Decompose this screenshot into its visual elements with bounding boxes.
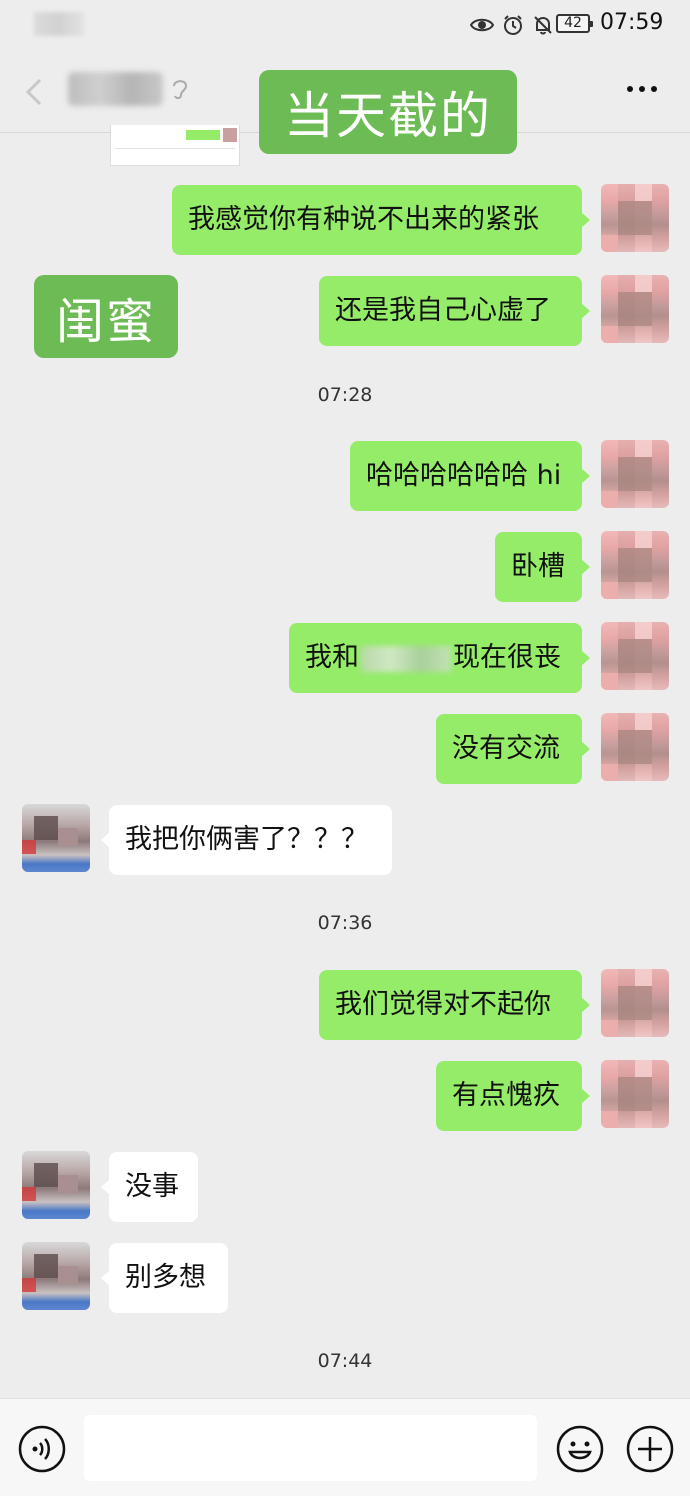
- voice-button[interactable]: [18, 1425, 66, 1473]
- avatar[interactable]: [601, 713, 669, 781]
- more-button[interactable]: [622, 74, 662, 104]
- emoji-icon: [556, 1425, 604, 1473]
- overlay-label-top: 当天截的: [259, 70, 517, 154]
- plus-icon: [626, 1425, 674, 1473]
- alarm-icon: [504, 15, 522, 35]
- back-arrow-icon: [25, 78, 42, 106]
- avatar[interactable]: [22, 1242, 90, 1310]
- add-button[interactable]: [626, 1425, 674, 1473]
- message-bubble-sent[interactable]: 我感觉你有种说不出来的紧张: [172, 185, 590, 255]
- bell-off-icon: [534, 16, 552, 35]
- message-bubble-sent[interactable]: 还是我自己心虚了: [319, 276, 590, 346]
- avatar[interactable]: [601, 440, 669, 508]
- avatar[interactable]: [22, 1151, 90, 1219]
- ear-icon: [170, 76, 190, 106]
- status-bar: 42 07:59: [0, 0, 690, 50]
- mini-input: [115, 148, 235, 161]
- avatar[interactable]: [22, 804, 90, 872]
- message-input[interactable]: [84, 1415, 537, 1481]
- emoji-button[interactable]: [556, 1425, 604, 1473]
- mini-avatar: [223, 128, 237, 142]
- message-bubble-received[interactable]: 没事: [101, 1152, 198, 1222]
- avatar[interactable]: [601, 275, 669, 343]
- signal-indicator: [34, 12, 84, 36]
- avatar[interactable]: [601, 1060, 669, 1128]
- input-bar: [0, 1398, 690, 1496]
- avatar[interactable]: [601, 969, 669, 1037]
- timestamp: 07:28: [317, 384, 373, 406]
- avatar[interactable]: [601, 531, 669, 599]
- voice-icon: [18, 1425, 66, 1473]
- eye-icon: [470, 18, 494, 32]
- battery-icon: 42: [556, 14, 593, 33]
- overlay-label-left: 闺蜜: [34, 275, 178, 358]
- message-text-after: 现在很丧: [453, 642, 561, 673]
- message-bubble-sent[interactable]: 哈哈哈哈哈哈 hi: [350, 441, 590, 511]
- avatar[interactable]: [601, 184, 669, 252]
- battery-level: 42: [564, 15, 582, 31]
- embedded-screenshot-thumbnail: [110, 125, 240, 166]
- message-bubble-sent[interactable]: 我们觉得对不起你: [319, 970, 590, 1040]
- status-icons: [470, 11, 554, 39]
- message-bubble-sent[interactable]: 卧槽: [495, 532, 590, 602]
- message-bubble-received[interactable]: 我把你俩害了？？？: [101, 805, 392, 875]
- message-text-before: 我和: [305, 642, 359, 673]
- chat-title: [68, 72, 163, 106]
- timestamp: 07:44: [317, 1350, 373, 1372]
- mini-bubble: [186, 130, 220, 140]
- message-bubble-sent[interactable]: 我和 现在很丧: [289, 623, 590, 693]
- more-dots-icon: [627, 86, 657, 92]
- avatar[interactable]: [601, 622, 669, 690]
- message-bubble-received[interactable]: 别多想: [101, 1243, 228, 1313]
- redacted-name: [361, 645, 451, 672]
- back-button[interactable]: [20, 72, 50, 112]
- status-time: 07:59: [600, 10, 664, 35]
- message-bubble-sent[interactable]: 有点愧疚: [436, 1061, 590, 1131]
- message-bubble-sent[interactable]: 没有交流: [436, 714, 590, 784]
- timestamp: 07:36: [317, 912, 373, 934]
